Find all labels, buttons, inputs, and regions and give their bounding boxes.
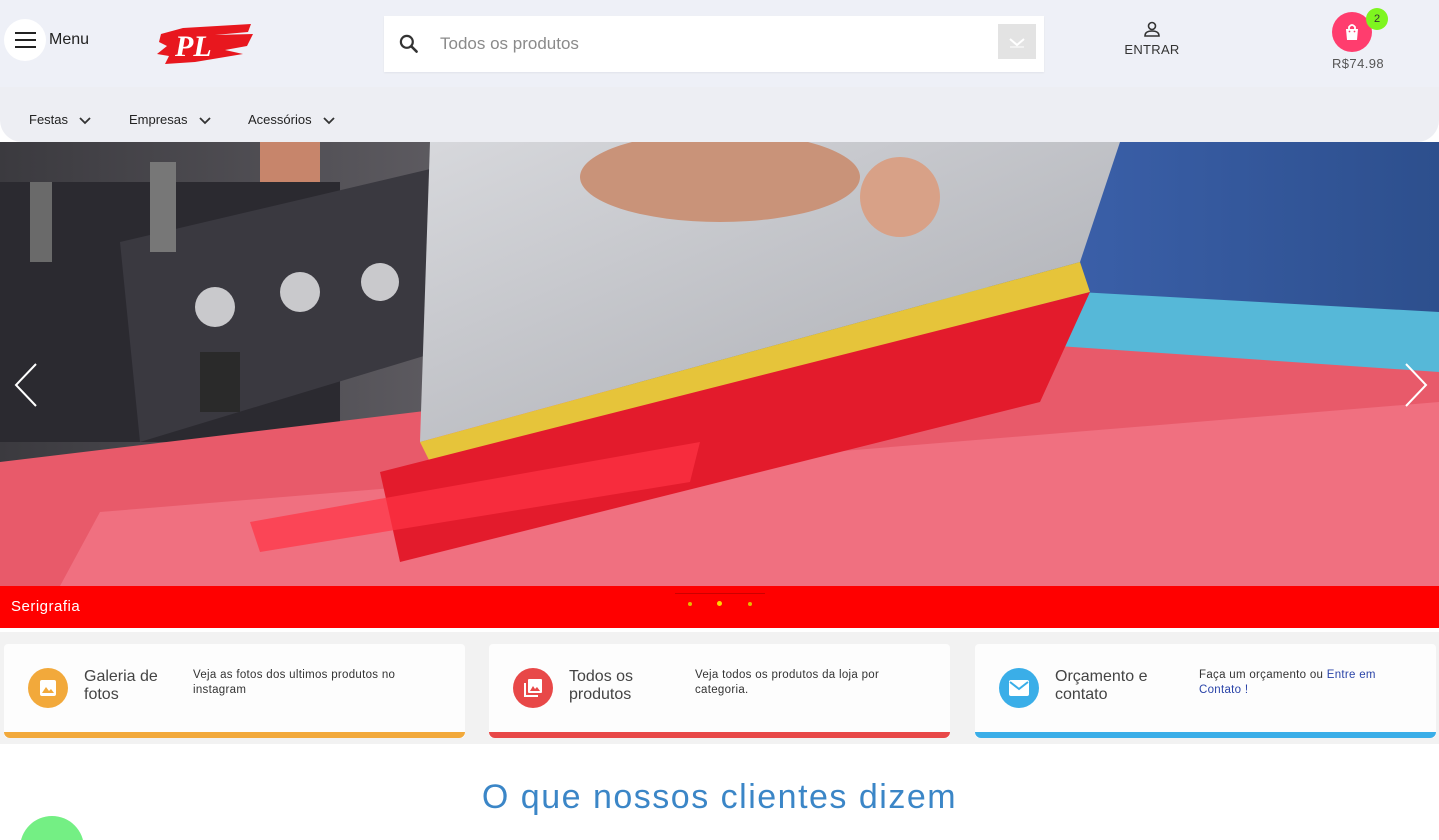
chevron-down-icon	[1009, 37, 1025, 47]
user-icon	[1144, 21, 1160, 37]
feature-description: Veja as fotos dos ultimos produtos no in…	[193, 669, 396, 696]
site-logo[interactable]: PL	[155, 20, 255, 66]
carousel-prev-button[interactable]	[8, 362, 48, 408]
feature-title: Orçamento e contato	[1055, 668, 1148, 703]
hamburger-icon-bar	[15, 46, 36, 48]
site-header: Menu PL ENTRAR	[0, 0, 1439, 87]
search-icon[interactable]	[396, 31, 422, 57]
category-label: Acessórios	[248, 112, 312, 127]
category-label: Empresas	[129, 112, 188, 127]
hamburger-icon-bar	[15, 39, 36, 41]
carousel-indicators	[675, 593, 765, 613]
shopping-bag-icon	[1346, 24, 1358, 40]
svg-text:PL: PL	[174, 30, 212, 63]
carousel-caption: Serigrafia	[11, 598, 81, 615]
carousel-next-button[interactable]	[1394, 362, 1434, 408]
testimonials-heading: O que nossos clientes dizem	[481, 778, 958, 816]
hamburger-icon	[15, 32, 36, 34]
carousel-dot-active[interactable]	[717, 601, 722, 606]
category-empresas[interactable]: Empresas	[129, 112, 212, 127]
login-label: ENTRAR	[1124, 42, 1180, 57]
feature-description-text: Faça um orçamento ou	[1199, 669, 1327, 681]
feature-card-gallery[interactable]: Galeria de fotos Veja as fotos dos ultim…	[4, 644, 465, 738]
feature-title: Galeria de fotos	[84, 668, 158, 703]
feature-card-contact[interactable]: Orçamento e contato Faça um orçamento ou…	[975, 644, 1436, 738]
hero-image	[0, 142, 1439, 586]
image-icon	[28, 668, 68, 708]
category-nav: Festas Empresas Acessórios	[0, 87, 1439, 142]
chevron-left-icon	[14, 363, 37, 407]
whatsapp-chat-button[interactable]	[20, 816, 84, 840]
feature-description: Veja todos os produtos da loja por categ…	[695, 669, 880, 696]
cart-total: R$74.98	[1332, 56, 1384, 71]
card-accent	[975, 732, 1436, 738]
carousel-dot[interactable]	[688, 602, 692, 606]
chevron-right-icon	[1405, 363, 1428, 407]
feature-title: Todos os produtos	[569, 668, 634, 703]
carousel-dot[interactable]	[748, 602, 752, 606]
cart-count-badge: 2	[1366, 8, 1388, 30]
login-button[interactable]: ENTRAR	[1118, 20, 1186, 57]
category-label: Festas	[29, 112, 69, 127]
chevron-down-icon	[79, 116, 91, 124]
card-accent	[489, 732, 950, 738]
feature-strip: Galeria de fotos Veja as fotos dos ultim…	[0, 632, 1439, 744]
carousel-caption-bar: Serigrafia	[0, 586, 1439, 628]
menu-button[interactable]	[4, 19, 46, 61]
search-input[interactable]	[440, 30, 980, 58]
chevron-down-icon	[198, 116, 211, 124]
category-festas[interactable]: Festas	[29, 112, 92, 127]
feature-description: Faça um orçamento ou Entre em Contato !	[1199, 668, 1399, 698]
hero-carousel	[0, 142, 1439, 586]
search-category-dropdown[interactable]	[998, 24, 1036, 59]
mail-icon	[999, 668, 1039, 708]
category-acessorios[interactable]: Acessórios	[248, 112, 336, 127]
search-bar	[384, 16, 1044, 72]
collections-icon	[513, 668, 553, 708]
menu-label[interactable]: Menu	[49, 31, 89, 49]
card-accent	[4, 732, 465, 738]
chevron-down-icon	[322, 116, 335, 124]
feature-card-products[interactable]: Todos os produtos Veja todos os produtos…	[489, 644, 950, 738]
